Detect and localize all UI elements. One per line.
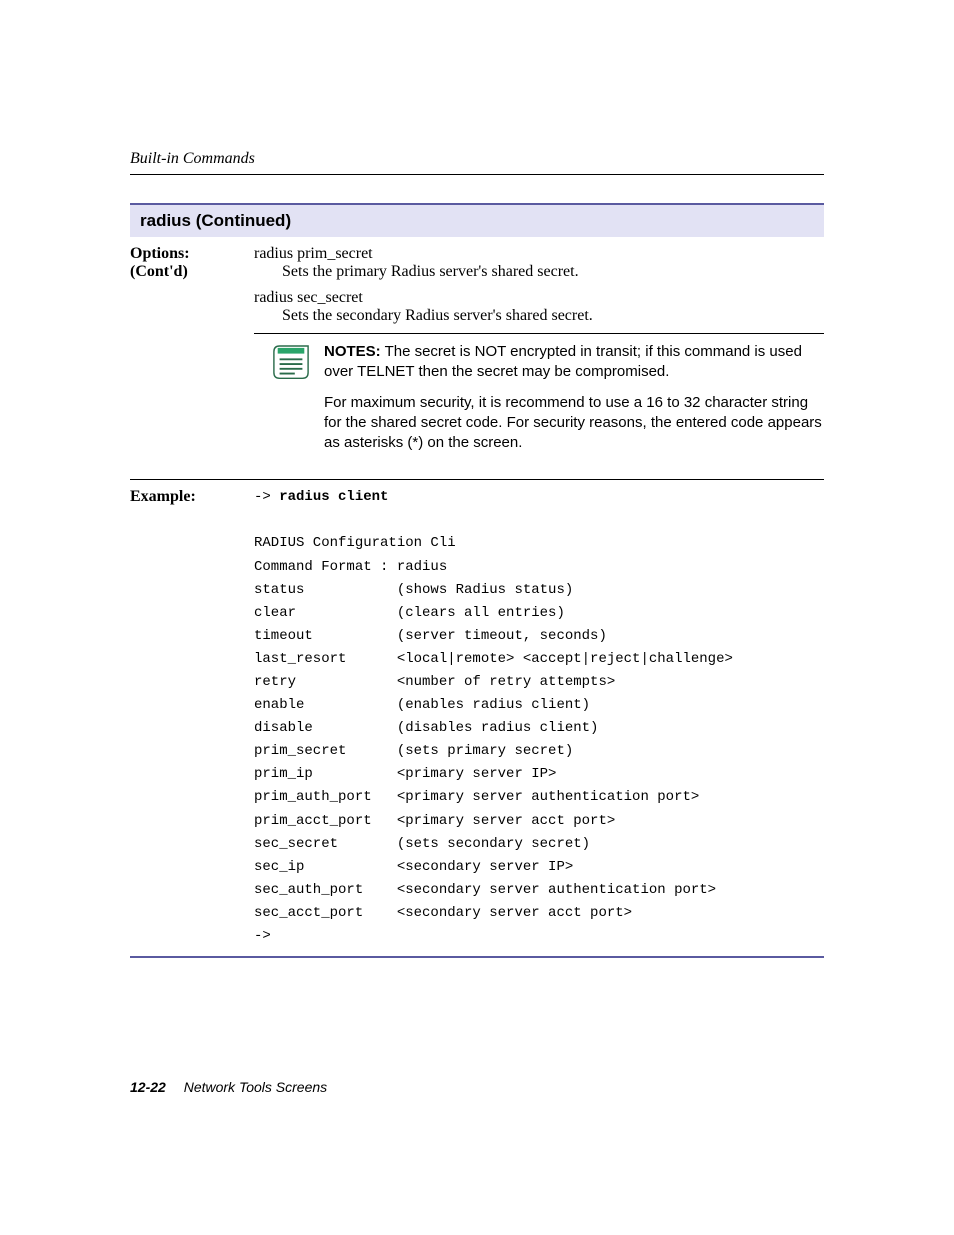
options-label: Options: (Cont'd) [130, 237, 254, 479]
option-name: radius prim_secret [254, 245, 824, 263]
page-number: 12-22 [130, 1079, 166, 1095]
note-icon [272, 342, 310, 392]
example-prompt: -> [254, 489, 279, 505]
notes-label: NOTES: [324, 343, 381, 360]
option-desc: Sets the primary Radius server's shared … [254, 263, 824, 281]
note-paragraph: The secret is NOT encrypted in transit; … [324, 343, 802, 380]
example-label: Example: [130, 480, 254, 956]
example-row: Example: -> radius client RADIUS Configu… [130, 479, 824, 958]
options-body: radius prim_secret Sets the primary Radi… [254, 237, 824, 479]
section-title: radius (Continued) [130, 203, 824, 237]
footer-title: Network Tools Screens [184, 1079, 327, 1095]
example-command: radius client [279, 489, 388, 505]
option-desc: Sets the secondary Radius server's share… [254, 307, 824, 325]
example-output: RADIUS Configuration Cli Command Format … [254, 535, 733, 944]
notes-block: NOTES: The secret is NOT encrypted in tr… [254, 333, 824, 471]
options-label-line1: Options: [130, 245, 190, 262]
note-paragraph: For maximum security, it is recommend to… [324, 393, 824, 454]
page-footer: 12-22 Network Tools Screens [130, 1079, 327, 1095]
option-name: radius sec_secret [254, 289, 824, 307]
options-label-line2: (Cont'd) [130, 263, 188, 280]
running-head: Built-in Commands [130, 150, 824, 175]
options-row: Options: (Cont'd) radius prim_secret Set… [130, 237, 824, 479]
example-body: -> radius client RADIUS Configuration Cl… [254, 480, 824, 956]
notes-text: NOTES: The secret is NOT encrypted in tr… [324, 342, 824, 463]
page: Built-in Commands radius (Continued) Opt… [0, 0, 954, 1235]
